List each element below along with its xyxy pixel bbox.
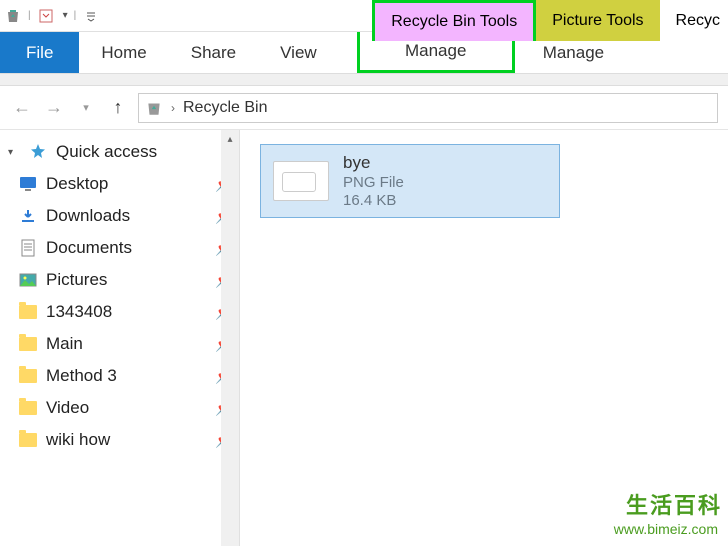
sidebar-item-label: Video — [46, 398, 207, 418]
file-size: 16.4 KB — [343, 192, 404, 209]
contextual-tabs: Recycle Bin Tools Picture Tools Recyc — [372, 0, 728, 41]
sidebar-item-folder[interactable]: wiki how 📌 — [0, 424, 239, 456]
file-item[interactable]: bye PNG File 16.4 KB — [260, 144, 560, 218]
up-button[interactable]: ↑ — [106, 96, 130, 120]
watermark: 生活百科 www.bimeiz.com — [610, 488, 722, 538]
documents-icon — [18, 238, 38, 258]
sidebar-item-label: Method 3 — [46, 366, 207, 386]
sidebar-item-desktop[interactable]: Desktop 📌 — [0, 168, 239, 200]
sidebar-item-label: Desktop — [46, 174, 207, 194]
sidebar-quick-access[interactable]: ▾ Quick access — [0, 136, 239, 168]
sidebar-item-label: 1343408 — [46, 302, 207, 322]
sidebar-item-label: Downloads — [46, 206, 207, 226]
breadcrumb[interactable]: › Recycle Bin — [138, 93, 718, 123]
sidebar-item-pictures[interactable]: Pictures 📌 — [0, 264, 239, 296]
sidebar-item-label: Main — [46, 334, 207, 354]
picture-tools-tab[interactable]: Picture Tools — [536, 0, 659, 41]
qat-customize-icon[interactable] — [82, 7, 100, 25]
sidebar-item-folder[interactable]: Method 3 📌 — [0, 360, 239, 392]
ribbon-collapsed — [0, 74, 728, 86]
tab-home[interactable]: Home — [79, 32, 168, 73]
navigation-pane: ▴ ▾ Quick access Desktop 📌 Downloads 📌 — [0, 130, 240, 546]
sidebar-item-documents[interactable]: Documents 📌 — [0, 232, 239, 264]
sidebar-item-folder[interactable]: Main 📌 — [0, 328, 239, 360]
separator-icon: | — [74, 10, 77, 21]
downloads-icon — [18, 206, 38, 226]
file-list[interactable]: bye PNG File 16.4 KB — [240, 130, 728, 546]
chevron-down-icon[interactable]: ▾ — [63, 10, 68, 21]
watermark-text: 生活百科 — [610, 488, 722, 520]
sidebar-item-label: Quick access — [56, 142, 231, 162]
sidebar-item-label: Pictures — [46, 270, 207, 290]
navigation-bar: ← → ▾ ↑ › Recycle Bin — [0, 86, 728, 130]
breadcrumb-location[interactable]: Recycle Bin — [183, 99, 267, 117]
scroll-up-icon[interactable]: ▴ — [221, 130, 239, 148]
folder-icon — [18, 366, 38, 386]
sidebar-item-label: wiki how — [46, 430, 207, 450]
file-thumbnail-icon — [273, 161, 329, 201]
scrollbar[interactable]: ▴ — [221, 130, 239, 546]
file-type: PNG File — [343, 174, 404, 191]
recycle-bin-tools-tab[interactable]: Recycle Bin Tools — [372, 0, 536, 41]
folder-icon — [18, 334, 38, 354]
star-icon — [28, 142, 48, 162]
window-title: Recyc — [660, 0, 728, 41]
sidebar-item-folder[interactable]: Video 📌 — [0, 392, 239, 424]
recycle-bin-icon — [145, 99, 163, 117]
forward-button: → — [42, 96, 66, 120]
folder-icon — [18, 398, 38, 418]
file-name: bye — [343, 153, 404, 173]
tab-file[interactable]: File — [0, 32, 79, 73]
file-metadata: bye PNG File 16.4 KB — [343, 153, 404, 209]
recycle-bin-icon[interactable] — [4, 7, 22, 25]
sidebar-item-label: Documents — [46, 238, 207, 258]
watermark-url: www.bimeiz.com — [610, 520, 722, 538]
recent-locations-icon[interactable]: ▾ — [74, 96, 98, 120]
separator-icon: | — [28, 10, 31, 21]
content-area: ▴ ▾ Quick access Desktop 📌 Downloads 📌 — [0, 130, 728, 546]
chevron-down-icon[interactable]: ▾ — [8, 147, 20, 158]
sidebar-item-folder[interactable]: 1343408 📌 — [0, 296, 239, 328]
tab-share[interactable]: Share — [169, 32, 258, 73]
back-button[interactable]: ← — [10, 96, 34, 120]
desktop-icon — [18, 174, 38, 194]
tab-view[interactable]: View — [258, 32, 339, 73]
folder-icon — [18, 302, 38, 322]
sidebar-item-downloads[interactable]: Downloads 📌 — [0, 200, 239, 232]
chevron-right-icon[interactable]: › — [171, 101, 175, 115]
properties-icon[interactable] — [37, 7, 55, 25]
folder-icon — [18, 430, 38, 450]
pictures-icon — [18, 270, 38, 290]
